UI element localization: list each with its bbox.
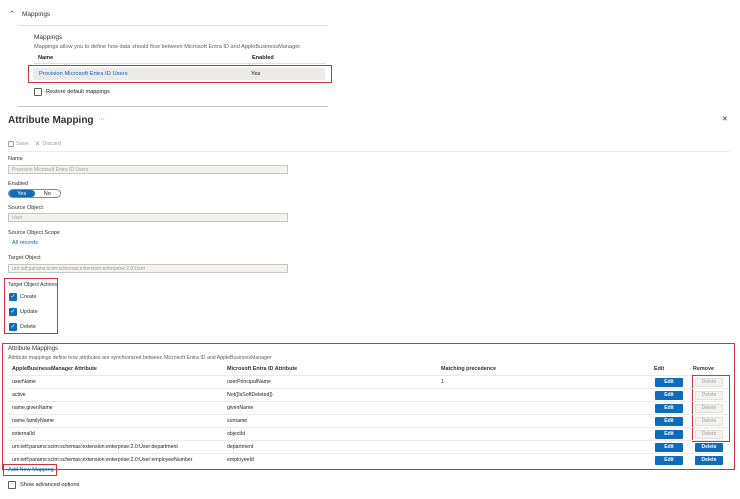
delete-button: Delete: [695, 417, 723, 426]
toolbar-divider: [8, 151, 730, 152]
source-scope-label: Source Object Scope: [8, 230, 60, 236]
row-line: [8, 401, 728, 402]
restore-defaults-checkbox[interactable]: [34, 88, 42, 96]
more-icon[interactable]: ···: [98, 116, 105, 123]
enabled-label: Enabled: [8, 181, 29, 187]
row-line: [8, 388, 728, 389]
check-icon: ✓: [10, 324, 16, 330]
delete-button: Delete: [695, 378, 723, 387]
source-object-field[interactable]: User: [8, 213, 288, 222]
row-source: employeeId: [227, 457, 254, 463]
mappings-description: Mappings allow you to define how data sh…: [34, 44, 302, 50]
top-divider: [18, 25, 328, 26]
edit-button[interactable]: Edit: [655, 443, 683, 452]
header-line: [8, 375, 728, 376]
save-label: Save: [16, 141, 29, 147]
row-line: [8, 427, 728, 428]
check-icon: ✓: [10, 309, 16, 315]
create-label: Create: [20, 294, 37, 300]
save-button[interactable]: Save: [8, 139, 29, 149]
target-object-label: Target Object: [8, 255, 41, 261]
section-divider: [18, 106, 328, 107]
row-target: name.familyName: [12, 418, 54, 424]
discard-button[interactable]: ✕ Discard: [35, 139, 62, 149]
mapping-row-name-link[interactable]: Provision Microsoft Entra ID Users: [39, 71, 128, 77]
toolbar: Save ✕ Discard: [8, 139, 61, 149]
header-source-attr: Microsoft Entra ID Attribute: [227, 366, 298, 372]
header-edit: Edit: [654, 366, 665, 372]
mappings-header-line: [34, 63, 326, 64]
target-object-field[interactable]: urn:ietf:params:scim:schemas:extension:e…: [8, 264, 288, 273]
edit-button[interactable]: Edit: [655, 417, 683, 426]
delete-button: Delete: [695, 430, 723, 439]
delete-button: Delete: [695, 391, 723, 400]
row-source: givenName: [227, 405, 254, 411]
attr-title: Attribute Mappings: [8, 346, 59, 352]
row-target: name.givenName: [12, 405, 53, 411]
mappings-col-name: Name: [38, 55, 54, 61]
edit-button[interactable]: Edit: [655, 404, 683, 413]
row-source: surname: [227, 418, 248, 424]
source-object-label: Source Object: [8, 205, 43, 211]
row-target: urn:ietf:params:scim:schemas:extension:e…: [12, 457, 193, 463]
edit-button[interactable]: Edit: [655, 430, 683, 439]
header-precedence: Matching precedence: [441, 366, 497, 372]
name-label: Name: [8, 156, 23, 162]
row-precedence: 1: [441, 379, 444, 385]
delete-button: Delete: [695, 404, 723, 413]
add-new-mapping-link[interactable]: Add New Mapping: [8, 467, 54, 473]
delete-checkbox[interactable]: ✓: [9, 323, 17, 331]
discard-icon: ✕: [34, 141, 41, 148]
save-icon: [8, 141, 14, 147]
row-target: urn:ietf:params:scim:schemas:extension:e…: [12, 444, 178, 450]
mappings-heading: Mappings: [34, 34, 63, 41]
delete-label: Delete: [20, 324, 36, 330]
advanced-options-checkbox[interactable]: [8, 481, 16, 489]
row-source: Not([IsSoftDeleted]): [227, 392, 273, 398]
header-remove: Remove: [693, 366, 714, 372]
target-actions-label: Target Object Actions: [8, 282, 58, 288]
row-target: externalId: [12, 431, 35, 437]
discard-label: Discard: [42, 141, 62, 147]
mappings-section-title: Mappings: [22, 11, 51, 18]
restore-defaults-label: Restore default mappings: [46, 89, 110, 95]
advanced-options-label: Show advanced options: [20, 482, 80, 488]
source-scope-link[interactable]: All records: [12, 240, 38, 246]
row-source: objectId: [227, 431, 246, 437]
mapping-row-enabled: Yes: [251, 71, 261, 77]
attribute-mappings-box: [2, 343, 735, 470]
edit-button[interactable]: Edit: [655, 391, 683, 400]
row-source: department: [227, 444, 254, 450]
attr-description: Attribute mappings define how attributes…: [8, 355, 272, 361]
check-icon: ✓: [10, 294, 16, 300]
row-line: [8, 453, 728, 454]
row-line: [8, 440, 728, 441]
mappings-collapse-chevron-icon[interactable]: ⌃: [9, 10, 15, 18]
create-checkbox[interactable]: ✓: [9, 293, 17, 301]
row-target: active: [12, 392, 26, 398]
name-field[interactable]: Provision Microsoft Entra ID Users: [8, 165, 288, 174]
row-line: [8, 414, 728, 415]
mappings-col-enabled: Enabled: [252, 55, 274, 61]
edit-button[interactable]: Edit: [655, 378, 683, 387]
update-checkbox[interactable]: ✓: [9, 308, 17, 316]
enabled-toggle[interactable]: Yes No: [8, 189, 61, 198]
delete-button[interactable]: Delete: [695, 443, 723, 452]
delete-button[interactable]: Delete: [695, 456, 723, 465]
edit-button[interactable]: Edit: [655, 456, 683, 465]
enabled-no-option[interactable]: No: [35, 190, 61, 197]
row-target: userName: [12, 379, 36, 385]
close-icon[interactable]: ✕: [722, 115, 728, 123]
panel-title: Attribute Mapping: [8, 115, 94, 126]
header-target-attr: AppleBusinessManager Attribute: [12, 366, 97, 372]
mapping-row-provision-users[interactable]: Provision Microsoft Entra ID Users Yes: [28, 65, 332, 83]
enabled-yes-option[interactable]: Yes: [9, 190, 35, 197]
update-label: Update: [20, 309, 38, 315]
row-source: userPrincipalName: [227, 379, 271, 385]
